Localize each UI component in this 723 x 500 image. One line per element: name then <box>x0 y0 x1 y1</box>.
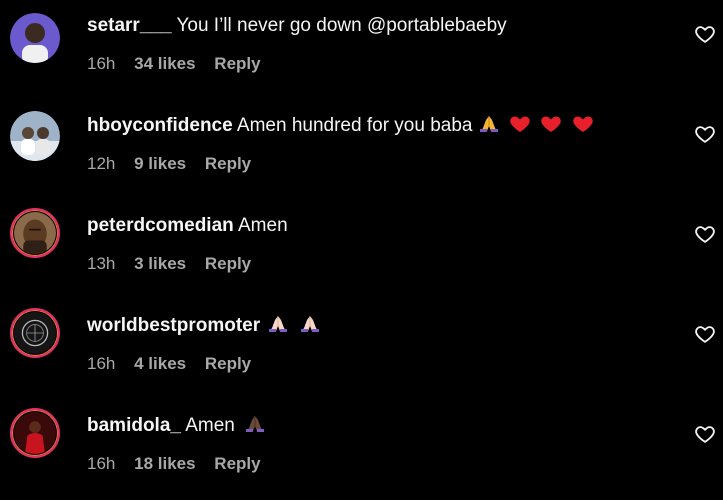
comment-text: setarr___ You I’ll never go down @portab… <box>87 14 507 38</box>
avatar[interactable] <box>10 13 60 63</box>
comment-item: bamidola_ Amen 16h 18 likes Reply <box>0 400 723 500</box>
comment-time: 16h <box>87 54 116 73</box>
comment-text: hboyconfidence Amen hundred for you baba <box>87 114 594 138</box>
like-heart-icon[interactable] <box>694 23 716 45</box>
folded-hands-light-emoji <box>299 314 321 334</box>
comment-meta: 13h 3 likes Reply <box>87 253 265 275</box>
avatar[interactable] <box>10 111 60 161</box>
reply-button[interactable]: Reply <box>205 354 251 373</box>
like-heart-icon[interactable] <box>694 323 716 345</box>
comment-meta: 12h 9 likes Reply <box>87 153 265 175</box>
comment-item: peterdcomedian Amen 13h 3 likes Reply <box>0 200 723 300</box>
comment-time: 13h <box>87 254 116 273</box>
like-heart-icon[interactable] <box>694 423 716 445</box>
comment-item: worldbestpromoter 16h 4 likes Reply <box>0 300 723 400</box>
comment-item: setarr___ You I’ll never go down @portab… <box>0 0 723 100</box>
avatar-image <box>14 412 56 454</box>
avatar[interactable] <box>10 308 60 358</box>
comment-username[interactable]: worldbestpromoter <box>87 315 260 336</box>
reply-button[interactable]: Reply <box>214 54 260 73</box>
comment-body: Amen <box>238 215 288 236</box>
comment-meta: 16h 18 likes Reply <box>87 453 275 475</box>
comment-time: 12h <box>87 154 116 173</box>
like-heart-icon[interactable] <box>694 123 716 145</box>
red-heart-emoji <box>509 114 531 134</box>
avatar-image <box>10 13 60 63</box>
comment-body: Amen hundred for you baba <box>236 115 473 136</box>
comment-body: You I’ll never go down @portablebaeby <box>176 15 507 36</box>
avatar[interactable] <box>10 208 60 258</box>
avatar-image <box>10 111 60 161</box>
red-heart-emoji <box>572 114 594 134</box>
comment-username[interactable]: setarr___ <box>87 15 172 36</box>
comment-time: 16h <box>87 354 116 373</box>
comment-likes[interactable]: 3 likes <box>134 254 186 273</box>
comment-body: Amen <box>185 415 235 436</box>
reply-button[interactable]: Reply <box>214 454 260 473</box>
comment-meta: 16h 34 likes Reply <box>87 53 275 75</box>
comment-time: 16h <box>87 454 116 473</box>
comment-text: peterdcomedian Amen <box>87 214 288 238</box>
comment-username[interactable]: bamidola_ <box>87 415 181 436</box>
comment-likes[interactable]: 9 likes <box>134 154 186 173</box>
reply-button[interactable]: Reply <box>205 254 251 273</box>
comment-username[interactable]: peterdcomedian <box>87 215 234 236</box>
comment-text: worldbestpromoter <box>87 314 321 338</box>
comment-likes[interactable]: 34 likes <box>134 54 195 73</box>
comment-item: hboyconfidence Amen hundred for you baba… <box>0 100 723 200</box>
folded-hands-emoji <box>478 114 500 134</box>
comment-meta: 16h 4 likes Reply <box>87 353 265 375</box>
reply-button[interactable]: Reply <box>205 154 251 173</box>
folded-hands-light-emoji <box>267 314 289 334</box>
avatar[interactable] <box>10 408 60 458</box>
avatar-image <box>14 212 56 254</box>
red-heart-emoji <box>540 114 562 134</box>
like-heart-icon[interactable] <box>694 223 716 245</box>
comment-text: bamidola_ Amen <box>87 414 266 438</box>
comment-likes[interactable]: 18 likes <box>134 454 195 473</box>
comment-likes[interactable]: 4 likes <box>134 354 186 373</box>
comment-username[interactable]: hboyconfidence <box>87 115 233 136</box>
folded-hands-dark-emoji <box>244 414 266 434</box>
avatar-image <box>14 312 56 354</box>
